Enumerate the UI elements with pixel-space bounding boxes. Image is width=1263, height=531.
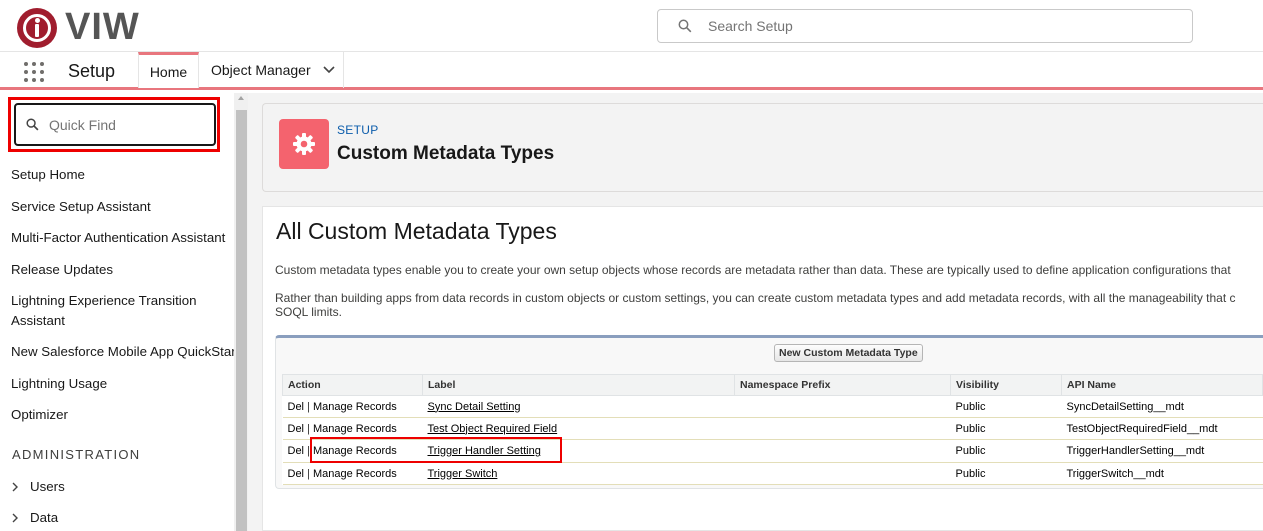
row-visibility: Public [950, 462, 1062, 485]
sidebar-item-release-updates[interactable]: Release Updates [11, 260, 233, 280]
action-separator: | [307, 422, 310, 435]
quick-find-input[interactable] [49, 116, 199, 133]
global-header: VIW [0, 0, 1263, 52]
sidebar-tree-label: Data [30, 510, 59, 525]
chevron-right-icon [12, 513, 18, 522]
description-paragraph-2-line-1: Rather than building apps from data reco… [275, 291, 1236, 305]
section-header-administration: ADMINISTRATION [12, 447, 141, 462]
brand-name: VIW [65, 6, 140, 48]
column-header-visibility[interactable]: Visibility [950, 374, 1062, 396]
sidebar-tree-data[interactable]: Data [11, 510, 58, 525]
row-label-link[interactable]: Trigger Switch [428, 468, 498, 480]
trigger-handler-highlight [310, 437, 562, 463]
page-title: Custom Metadata Types [337, 143, 555, 164]
sidebar-tree-label: Users [30, 479, 65, 494]
search-setup-input[interactable] [708, 18, 1148, 34]
column-header-action: Action [282, 374, 423, 396]
row-api-name: TestObjectRequiredField__mdt [1061, 417, 1263, 440]
manage-records-link[interactable]: Manage Records [313, 468, 397, 480]
row-api-name: TriggerSwitch__mdt [1061, 462, 1263, 485]
tab-object-manager-label: Object Manager [211, 62, 311, 78]
chevron-down-icon[interactable] [323, 66, 335, 74]
tab-home[interactable]: Home [138, 52, 199, 88]
action-separator: | [307, 467, 310, 480]
search-icon [26, 118, 39, 131]
row-namespace [734, 439, 951, 463]
row-api-name: TriggerHandlerSetting__mdt [1061, 439, 1263, 463]
sidebar-item-lightning-transition-assistant[interactable]: Lightning Experience Transition Assistan… [11, 291, 211, 331]
column-header-api-name[interactable]: API Name [1061, 374, 1263, 396]
sidebar-item-lightning-usage[interactable]: Lightning Usage [11, 374, 233, 394]
row-visibility: Public [950, 395, 1062, 418]
description-paragraph-1: Custom metadata types enable you to crea… [275, 263, 1231, 277]
sidebar-item-optimizer[interactable]: Optimizer [11, 405, 233, 425]
gear-icon [293, 133, 315, 155]
sidebar-item-service-setup-assistant[interactable]: Service Setup Assistant [11, 197, 233, 217]
column-header-label[interactable]: Label [422, 374, 735, 396]
viw-logo-icon [17, 7, 57, 48]
row-visibility: Public [950, 417, 1062, 440]
sidebar-tree-users[interactable]: Users [11, 479, 65, 494]
tab-home-label: Home [149, 63, 188, 80]
row-api-name: SyncDetailSetting__mdt [1061, 395, 1263, 418]
chevron-right-icon [12, 482, 18, 491]
row-visibility: Public [950, 439, 1062, 463]
sidebar-item-setup-home[interactable]: Setup Home [11, 165, 233, 185]
sidebar-item-mfa-assistant[interactable]: Multi-Factor Authentication Assistant [11, 228, 233, 248]
row-label-link[interactable]: Test Object Required Field [428, 423, 558, 435]
row-actions: Del | Manage Records [282, 395, 423, 418]
del-link[interactable]: Del [288, 423, 305, 435]
row-namespace [734, 417, 951, 440]
scroll-up-arrow[interactable] [238, 96, 244, 100]
tab-object-manager[interactable]: Object Manager [199, 52, 344, 88]
breadcrumb[interactable]: SETUP [337, 123, 379, 137]
content-title: All Custom Metadata Types [276, 218, 557, 244]
setup-sidebar: Setup Home Service Setup Assistant Multi… [0, 93, 239, 531]
row-label-link[interactable]: Sync Detail Setting [428, 401, 521, 413]
metadata-types-table: Action Label Namespace Prefix Visibility… [282, 374, 1263, 485]
sidebar-scrollbar-thumb[interactable] [236, 110, 247, 531]
del-link[interactable]: Del [288, 401, 305, 413]
new-custom-metadata-type-button[interactable]: New Custom Metadata Type [774, 344, 923, 362]
context-nav-bar: Setup Home Object Manager [0, 51, 1263, 90]
row-namespace [734, 395, 951, 418]
search-icon [678, 19, 692, 33]
table-row: Del | Manage Records Trigger Switch Publ… [282, 462, 1263, 485]
app-launcher-icon[interactable] [24, 62, 46, 84]
row-actions: Del | Manage Records [282, 462, 423, 485]
app-name: Setup [68, 61, 116, 81]
table-row: Del | Manage Records Sync Detail Setting… [282, 395, 1263, 418]
brand-logo[interactable]: VIW [17, 6, 140, 49]
row-namespace [734, 462, 951, 485]
setup-page-icon [279, 119, 329, 169]
del-link[interactable]: Del [288, 468, 305, 480]
sidebar-item-mobile-quickstart[interactable]: New Salesforce Mobile App QuickStart [11, 342, 239, 362]
global-search[interactable] [657, 9, 1193, 43]
manage-records-link[interactable]: Manage Records [313, 401, 397, 413]
description-paragraph-2-line-2: SOQL limits. [275, 305, 342, 319]
action-separator: | [307, 400, 310, 413]
quick-find-box[interactable] [14, 103, 216, 146]
manage-records-link[interactable]: Manage Records [313, 423, 397, 435]
del-link[interactable]: Del [288, 445, 305, 457]
column-header-namespace-prefix[interactable]: Namespace Prefix [734, 374, 951, 396]
